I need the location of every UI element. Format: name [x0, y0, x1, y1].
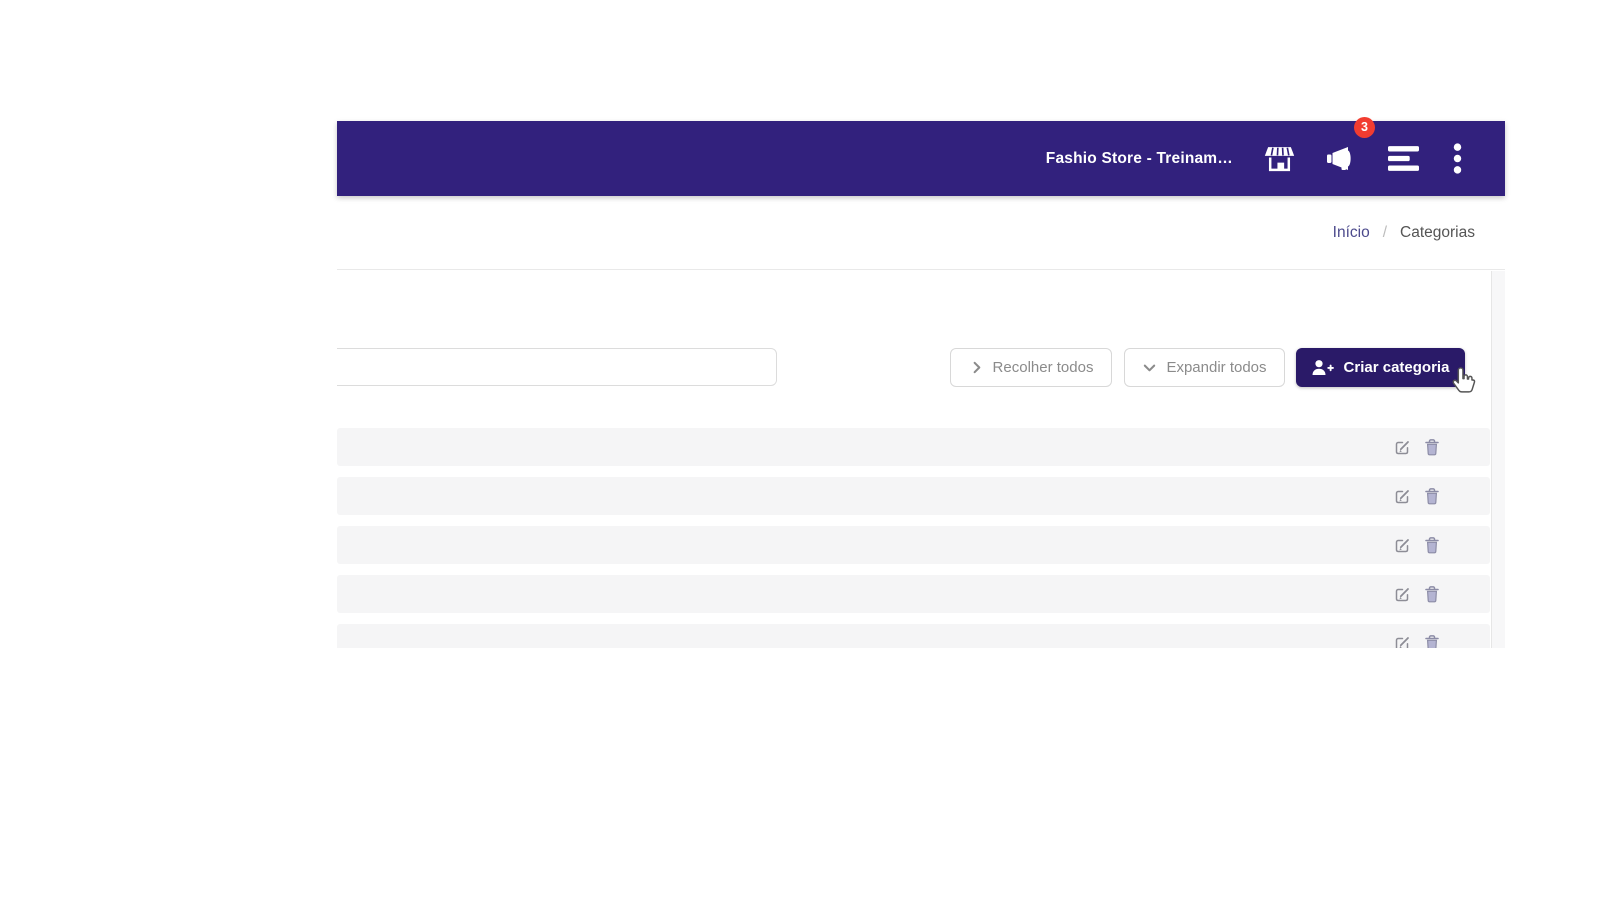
edit-icon[interactable]	[1393, 536, 1411, 554]
breadcrumb-current: Categorias	[1400, 223, 1475, 241]
app-window: Fashio Store - Treinam… 3 Início / Categ…	[337, 116, 1505, 648]
create-category-label: Criar categoria	[1343, 359, 1450, 376]
stacked-list-icon[interactable]	[1387, 143, 1419, 175]
chevron-right-icon	[969, 360, 984, 375]
scrollbar-gutter[interactable]	[1491, 271, 1505, 648]
megaphone-icon[interactable]: 3	[1325, 116, 1375, 175]
breadcrumb-home-link[interactable]: Início	[1333, 224, 1370, 242]
categories-content: Recolher todos Expandir todos Criar cate…	[337, 271, 1505, 648]
trash-icon[interactable]	[1423, 438, 1441, 456]
collapse-all-label: Recolher todos	[992, 359, 1094, 376]
trash-icon[interactable]	[1423, 585, 1441, 603]
edit-icon[interactable]	[1393, 634, 1411, 648]
breadcrumb-bar: Início / Categorias	[337, 196, 1505, 270]
user-plus-icon	[1312, 359, 1334, 376]
notification-badge: 3	[1354, 116, 1375, 138]
category-list	[337, 428, 1490, 648]
expand-all-button[interactable]: Expandir todos	[1124, 348, 1285, 387]
create-category-button[interactable]: Criar categoria	[1296, 348, 1465, 387]
category-row[interactable]	[337, 428, 1490, 466]
store-name: Fashio Store - Treinam…	[1045, 149, 1233, 167]
trash-icon[interactable]	[1423, 634, 1441, 648]
page-canvas: Fashio Store - Treinam… 3 Início / Categ…	[0, 0, 1600, 900]
edit-icon[interactable]	[1393, 487, 1411, 505]
expand-all-label: Expandir todos	[1166, 359, 1267, 376]
chevron-down-icon	[1142, 360, 1157, 375]
category-search-input[interactable]	[337, 348, 777, 386]
trash-icon[interactable]	[1423, 536, 1441, 554]
top-app-bar: Fashio Store - Treinam… 3	[337, 116, 1505, 196]
trash-icon[interactable]	[1423, 487, 1441, 505]
storefront-icon[interactable]	[1263, 143, 1295, 175]
category-row[interactable]	[337, 477, 1490, 515]
edit-icon[interactable]	[1393, 438, 1411, 456]
category-row[interactable]	[337, 526, 1490, 564]
breadcrumb: Início / Categorias	[1333, 224, 1475, 242]
kebab-menu-icon[interactable]	[1449, 143, 1465, 175]
breadcrumb-separator: /	[1382, 223, 1388, 241]
category-row[interactable]	[337, 575, 1490, 613]
category-row[interactable]	[337, 624, 1490, 648]
edit-icon[interactable]	[1393, 585, 1411, 603]
collapse-all-button[interactable]: Recolher todos	[950, 348, 1112, 387]
